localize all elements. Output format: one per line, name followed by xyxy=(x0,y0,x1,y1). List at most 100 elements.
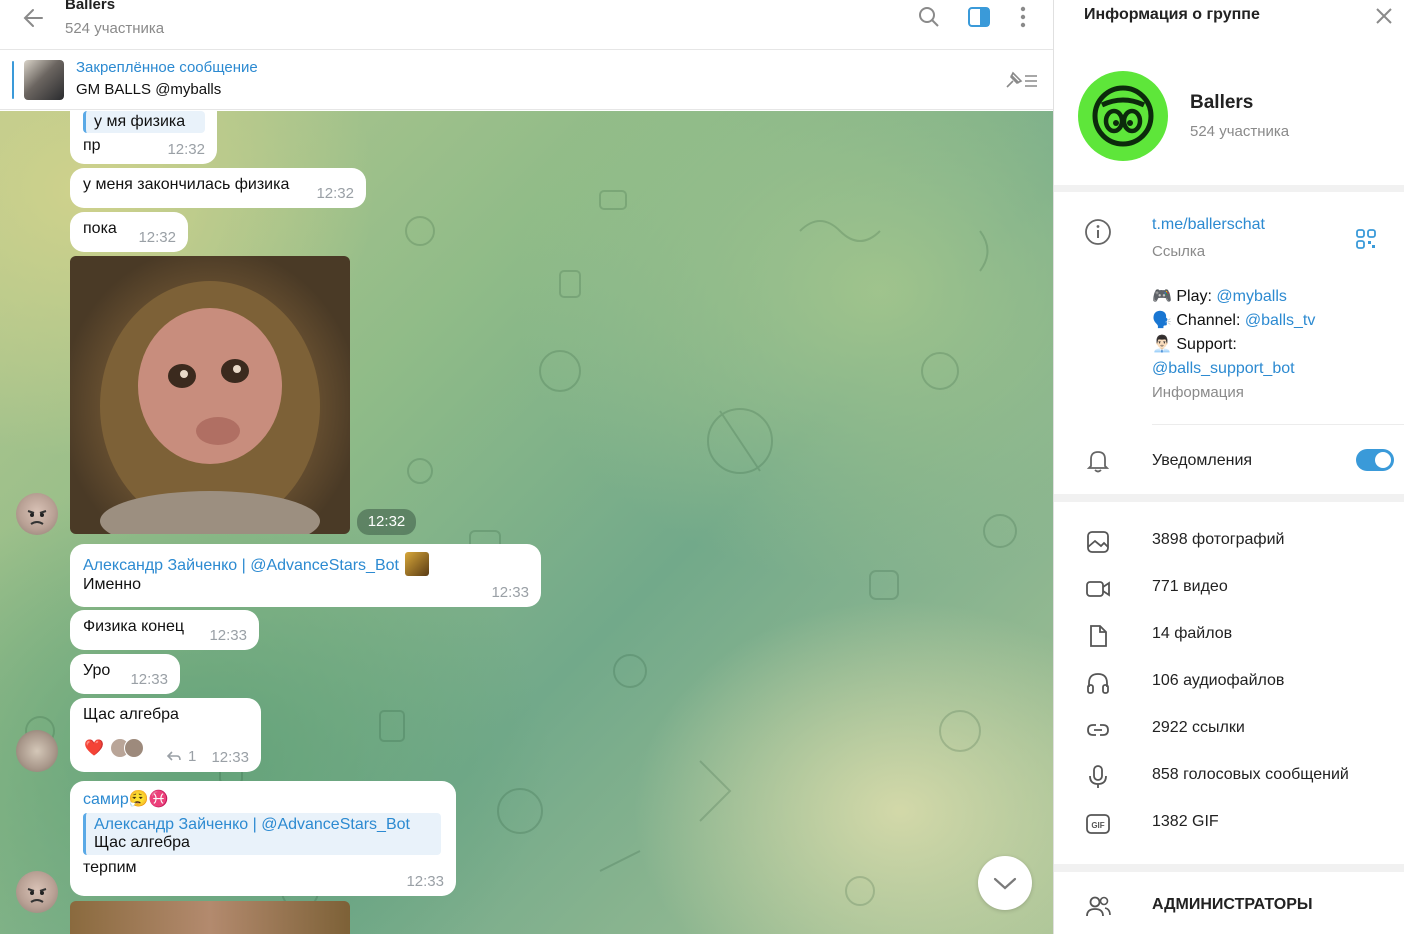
svg-text:GIF: GIF xyxy=(1091,821,1104,830)
qr-code-button[interactable] xyxy=(1354,227,1378,251)
quote-sender: Александр Зайченко | @AdvanceStars_Bot xyxy=(94,816,410,833)
pinned-title: Закреплённое сообщение xyxy=(76,59,258,76)
sender-badge-icon xyxy=(405,552,430,576)
pinned-text: GM BALLS @myballs xyxy=(76,81,222,98)
chat-header: Ballers 524 участника xyxy=(0,0,1053,50)
administrators-row[interactable]: АДМИНИСТРАТОРЫ xyxy=(1054,872,1404,934)
info-icon xyxy=(1084,218,1112,246)
avatar[interactable] xyxy=(16,730,58,772)
back-button[interactable] xyxy=(20,4,48,32)
avatar[interactable] xyxy=(16,493,58,535)
media-label: 858 голосовых сообщений xyxy=(1152,766,1349,783)
media-label: 106 аудиофайлов xyxy=(1152,672,1285,689)
scroll-down-button[interactable] xyxy=(978,856,1032,910)
message-time: 12:33 xyxy=(491,584,529,601)
media-label: 3898 фотографий xyxy=(1152,531,1285,548)
toggle-sidebar-button[interactable] xyxy=(966,4,992,30)
chat-subtitle[interactable]: 524 участника xyxy=(65,20,164,37)
media-row-photos[interactable]: 3898 фотографий xyxy=(1054,520,1404,567)
message-bubble[interactable]: Физика конец 12:33 xyxy=(70,610,259,650)
group-name: Ballers xyxy=(1190,92,1254,113)
divider xyxy=(1152,424,1404,425)
media-row-links[interactable]: 2922 ссылки xyxy=(1054,708,1404,755)
play-link[interactable]: @myballs xyxy=(1216,288,1286,305)
users-icon xyxy=(1084,892,1112,920)
message-time: 12:33 xyxy=(130,671,168,688)
sender-name[interactable]: самир😮‍💨♓ xyxy=(83,789,444,809)
pinned-indicator xyxy=(12,61,14,99)
message-text: Уро xyxy=(83,662,111,679)
reply-quote[interactable]: у мя физика xyxy=(83,111,205,133)
message-bubble[interactable]: Щас алгебра ❤️ 1 12:33 xyxy=(70,698,261,772)
more-vertical-icon xyxy=(1020,6,1026,28)
message-bubble[interactable]: Уро 12:33 xyxy=(70,654,180,694)
message-text: Физика конец xyxy=(83,618,185,635)
media-row-gifs[interactable]: GIF 1382 GIF xyxy=(1054,802,1404,849)
search-icon xyxy=(919,7,939,27)
media-row-voice[interactable]: 858 голосовых сообщений xyxy=(1054,755,1404,802)
media-label: 2922 ссылки xyxy=(1152,719,1245,736)
group-details-block: t.me/ballerschat Ссылка 🎮 Play: @myballs… xyxy=(1054,192,1404,494)
monkey-photo xyxy=(100,281,320,534)
notifications-label: Уведомления xyxy=(1152,452,1253,469)
channel-link[interactable]: @balls_tv xyxy=(1245,312,1316,329)
media-row-files[interactable]: 14 файлов xyxy=(1054,614,1404,661)
media-row-audio[interactable]: 106 аудиофайлов xyxy=(1054,661,1404,708)
media-label: 1382 GIF xyxy=(1152,813,1219,830)
group-profile-block: Информация о группе Ballers 524 участник… xyxy=(1054,0,1404,185)
message-text: у меня закончилась физика xyxy=(83,176,290,193)
message-bubble[interactable]: самир😮‍💨♓ Александр Зайченко | @AdvanceS… xyxy=(70,781,456,896)
reply-arrow-icon xyxy=(166,750,181,761)
arrow-left-icon xyxy=(23,9,43,27)
message-time: 12:32 xyxy=(167,141,205,158)
file-icon xyxy=(1084,622,1112,650)
link-caption: Ссылка xyxy=(1152,243,1206,260)
message-time: 12:32 xyxy=(316,185,354,202)
sender-name[interactable]: Александр Зайченко | @AdvanceStars_Bot xyxy=(83,557,399,574)
message-bubble[interactable]: у меня закончилась физика 12:32 xyxy=(70,168,366,208)
pinned-list-button[interactable] xyxy=(1003,69,1039,93)
message-time: 12:33 xyxy=(211,749,249,766)
media-row-videos[interactable]: 771 видео xyxy=(1054,567,1404,614)
group-logo-icon xyxy=(1092,85,1154,147)
photo-message[interactable] xyxy=(70,901,350,934)
replies-indicator[interactable]: 1 xyxy=(166,748,196,765)
message-bubble[interactable]: пока 12:32 xyxy=(70,212,188,252)
desc-text: 🎮 Play: xyxy=(1152,288,1217,305)
search-button[interactable] xyxy=(916,4,942,30)
gif-icon: GIF xyxy=(1084,810,1112,838)
heart-reaction[interactable]: ❤️ xyxy=(84,738,104,758)
message-text: Щас алгебра xyxy=(83,706,179,723)
shared-media-block: 3898 фотографий 771 видео 14 файлов 106 … xyxy=(1054,502,1404,864)
desc-line: 🗣️ Channel: @balls_tv xyxy=(1152,309,1315,333)
sender-row: Александр Зайченко | @AdvanceStars_Bot xyxy=(83,552,529,576)
message-bubble[interactable]: Александр Зайченко | @AdvanceStars_Bot И… xyxy=(70,544,541,607)
avatar-face-icon xyxy=(27,510,47,525)
close-button[interactable] xyxy=(1372,4,1396,28)
group-avatar[interactable] xyxy=(1078,71,1168,161)
message-time: 12:32 xyxy=(138,229,176,246)
group-link[interactable]: t.me/ballerschat xyxy=(1152,216,1265,234)
microphone-icon xyxy=(1084,763,1112,791)
photo-time: 12:32 xyxy=(367,513,406,530)
reply-quote[interactable]: Александр Зайченко | @AdvanceStars_Bot Щ… xyxy=(83,813,441,855)
chat-panel: у мя физика пр 12:32 у меня закончилась … xyxy=(0,0,1053,934)
pinned-message-bar[interactable]: Закреплённое сообщение GM BALLS @myballs xyxy=(0,51,1053,110)
pinned-thumbnail xyxy=(24,60,64,100)
media-label: 771 видео xyxy=(1152,578,1228,595)
pin-list-icon xyxy=(1006,71,1037,88)
chat-title[interactable]: Ballers xyxy=(65,0,115,13)
headphones-icon xyxy=(1084,669,1112,697)
avatar[interactable] xyxy=(16,871,58,913)
administrators-label: АДМИНИСТРАТОРЫ xyxy=(1152,896,1313,913)
notifications-toggle[interactable] xyxy=(1356,449,1394,471)
photo-time-badge: 12:32 xyxy=(357,509,416,535)
support-link[interactable]: @balls_support_bot xyxy=(1152,360,1295,377)
bell-icon xyxy=(1084,446,1112,474)
photo-message[interactable] xyxy=(70,256,350,534)
reaction-row[interactable]: ❤️ xyxy=(84,736,144,760)
desc-line: 👨🏻‍💼 Support: xyxy=(1152,333,1315,357)
more-menu-button[interactable] xyxy=(1010,4,1036,30)
media-label: 14 файлов xyxy=(1152,625,1233,642)
quote-text: у мя физика xyxy=(94,113,186,130)
